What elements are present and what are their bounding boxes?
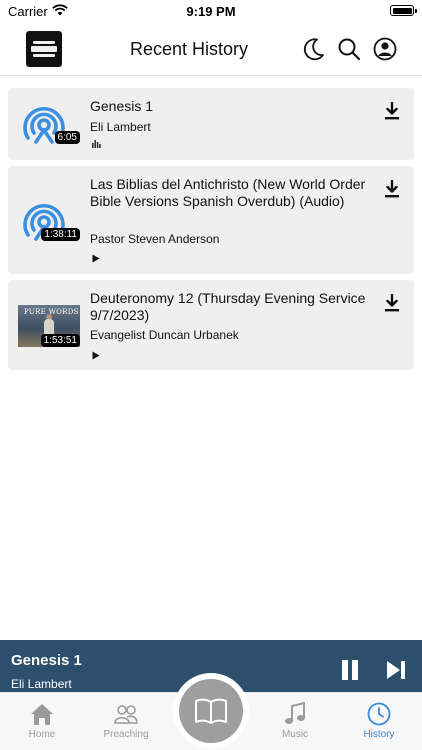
now-playing-icon [92,140,101,148]
download-icon[interactable] [384,102,400,120]
item-author: Pastor Steven Anderson [90,232,220,246]
download-icon[interactable] [384,294,400,312]
duration-badge: 1:38:11 [41,228,80,241]
tab-label: Home [28,729,56,740]
house-icon [31,704,53,725]
item-title: Las Biblias del Antichristo (New World O… [90,176,366,209]
clock-icon [367,702,391,726]
item-author: Evangelist Duncan Urbanek [90,328,239,342]
tab-history[interactable]: History [344,701,414,740]
play-icon[interactable] [92,351,100,360]
list-item[interactable]: 1:38:11 Las Biblias del Antichristo (New… [8,166,414,274]
tab-label: Preaching [103,729,149,740]
music-note-icon [285,701,305,724]
moon-icon[interactable] [300,36,326,62]
tab-home[interactable]: Home [7,701,77,740]
play-icon[interactable] [92,254,100,263]
video-thumbnail: PURE WORDS 1:53:51 [18,305,80,347]
item-title: Genesis 1 [90,98,154,114]
duration-badge: 1:53:51 [40,334,80,347]
profile-icon[interactable] [372,36,398,62]
tab-preaching[interactable]: Preaching [91,701,161,740]
tab-music[interactable]: Music [260,701,330,740]
book-icon [195,698,227,724]
duration-badge: 6:05 [54,131,80,144]
pause-button[interactable] [340,660,360,680]
list-item[interactable]: 6:05 Genesis 1 Eli Lambert [8,88,414,160]
bible-button[interactable] [179,679,243,743]
skip-next-icon[interactable] [386,660,406,680]
history-list: 6:05 Genesis 1 Eli Lambert 1:38:11 Las B… [8,88,414,376]
item-title: Deuteronomy 12 (Thursday Evening Service… [90,290,366,323]
tab-label: History [363,729,395,740]
item-author: Eli Lambert [90,120,151,134]
broadcast-thumbnail: 1:38:11 [18,199,80,241]
broadcast-thumbnail: 6:05 [18,102,80,144]
status-bar: Carrier 9:19 PM [0,0,422,24]
tab-label: Music [281,729,309,740]
battery-icon [390,5,417,16]
list-item[interactable]: PURE WORDS 1:53:51 Deuteronomy 12 (Thurs… [8,280,414,370]
search-icon[interactable] [336,36,362,62]
now-playing-author: Eli Lambert [11,677,72,691]
now-playing-title: Genesis 1 [11,652,82,669]
people-icon [114,705,138,724]
header: Recent History [0,24,422,76]
download-icon[interactable] [384,180,400,198]
status-time: 9:19 PM [186,4,236,19]
